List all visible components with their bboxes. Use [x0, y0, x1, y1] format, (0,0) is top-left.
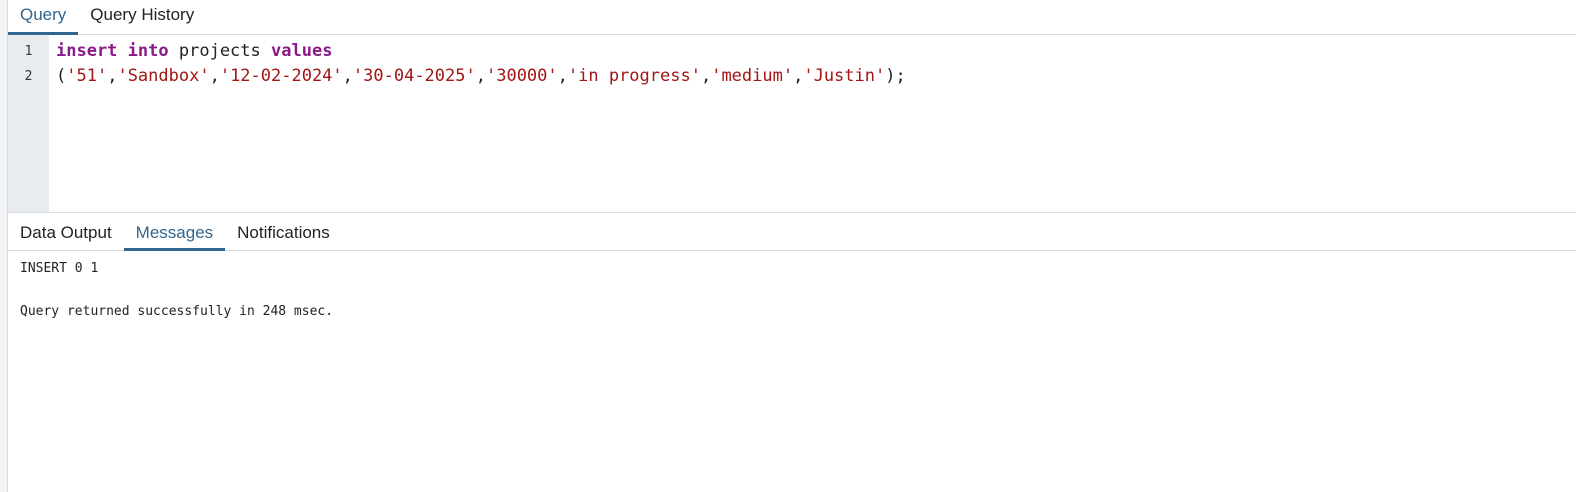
keyword-into: into [127, 41, 169, 61]
code-line-1: insert into projects values [56, 39, 1576, 64]
comma: , [475, 66, 486, 86]
tab-data-output[interactable]: Data Output [8, 213, 124, 250]
value-literal: 'Justin' [803, 66, 886, 86]
editor-tabbar: Query Query History [8, 0, 1576, 35]
message-line: Query returned successfully in 248 msec. [20, 304, 334, 319]
value-literal: '12-02-2024' [219, 66, 343, 86]
comma: , [107, 66, 118, 86]
open-paren: ( [56, 66, 67, 86]
sql-editor[interactable]: 1 2 insert into projects values ('51','S… [8, 35, 1576, 213]
comma: , [342, 66, 353, 86]
code-area[interactable]: insert into projects values ('51','Sandb… [49, 35, 1576, 212]
close-paren-semicolon: ); [885, 66, 906, 86]
query-tool: Query Query History 1 2 insert into proj… [8, 0, 1576, 492]
tab-query[interactable]: Query [8, 0, 79, 35]
value-literal: 'Sandbox' [117, 66, 210, 86]
comma: , [700, 66, 712, 86]
value-literal: 'in progress' [567, 66, 701, 86]
results-tabbar: Data Output Messages Notifications [8, 213, 1576, 251]
table-name: projects [178, 41, 261, 61]
comma: , [793, 66, 804, 86]
keyword-insert: insert [56, 41, 118, 61]
left-panel-edge [0, 0, 8, 492]
tab-notifications[interactable]: Notifications [225, 213, 342, 250]
messages-panel: INSERT 0 1 Query returned successfully i… [20, 258, 333, 323]
code-line-2: ('51','Sandbox','12-02-2024','30-04-2025… [56, 64, 1576, 89]
line-number: 1 [24, 44, 33, 59]
comma: , [557, 66, 568, 86]
line-number-gutter: 1 2 [8, 35, 49, 212]
tab-messages[interactable]: Messages [123, 213, 226, 251]
message-line: INSERT 0 1 [20, 261, 99, 276]
line-number: 2 [24, 69, 33, 84]
keyword-values: values [271, 41, 333, 61]
value-literal: '30-04-2025' [352, 66, 476, 86]
comma: , [209, 66, 220, 86]
tab-query-history[interactable]: Query History [78, 0, 206, 34]
value-literal: '30000' [485, 66, 558, 86]
value-literal: '51' [66, 66, 108, 86]
value-literal: 'medium' [711, 66, 794, 86]
